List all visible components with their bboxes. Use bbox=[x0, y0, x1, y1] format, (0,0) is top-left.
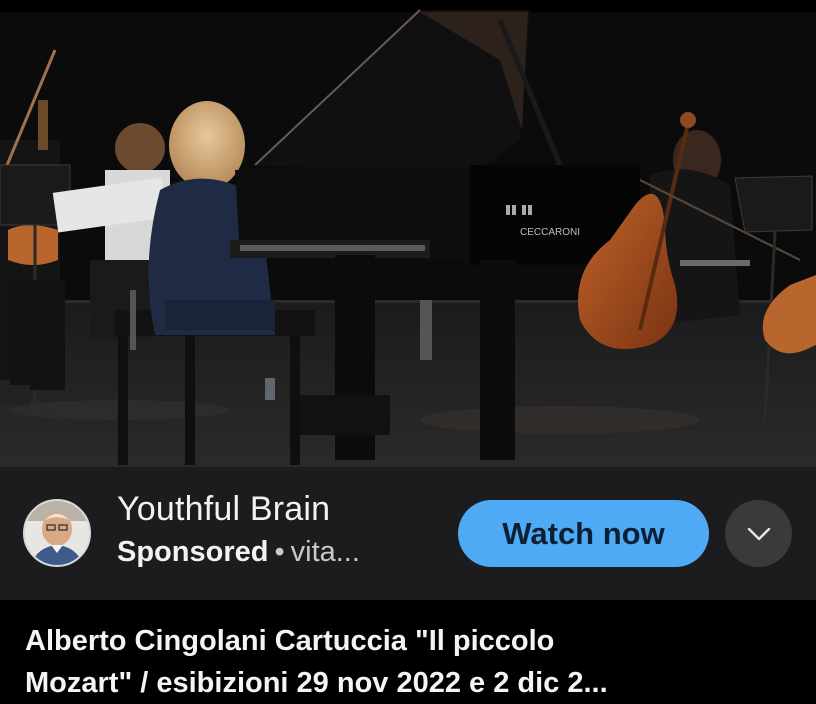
advertiser-domain[interactable]: vita... bbox=[291, 536, 360, 568]
advertiser-avatar[interactable] bbox=[23, 499, 91, 567]
advertiser-name[interactable]: Youthful Brain bbox=[117, 490, 330, 529]
watch-now-button[interactable]: Watch now bbox=[458, 500, 709, 567]
chevron-down-icon bbox=[747, 527, 770, 540]
piano-brand-text: CECCARONI bbox=[520, 227, 580, 238]
post-title-line-2: Mozart" / esibizioni 29 nov 2022 e 2 dic… bbox=[25, 667, 608, 699]
avatar-portrait-image bbox=[25, 501, 89, 565]
sponsored-label: Sponsored bbox=[117, 536, 269, 568]
video-thumbnail[interactable]: CECCARONI bbox=[0, 0, 816, 467]
sponsor-line: Sponsored • vita... bbox=[117, 536, 360, 569]
concert-scene-image: CECCARONI bbox=[0, 0, 816, 467]
separator-dot: • bbox=[274, 536, 285, 568]
more-options-button[interactable] bbox=[725, 500, 792, 567]
post-title-line-1: Alberto Cingolani Cartuccia "Il piccolo bbox=[25, 625, 555, 657]
post-title[interactable]: Alberto Cingolani Cartuccia "Il piccolo … bbox=[25, 620, 805, 704]
